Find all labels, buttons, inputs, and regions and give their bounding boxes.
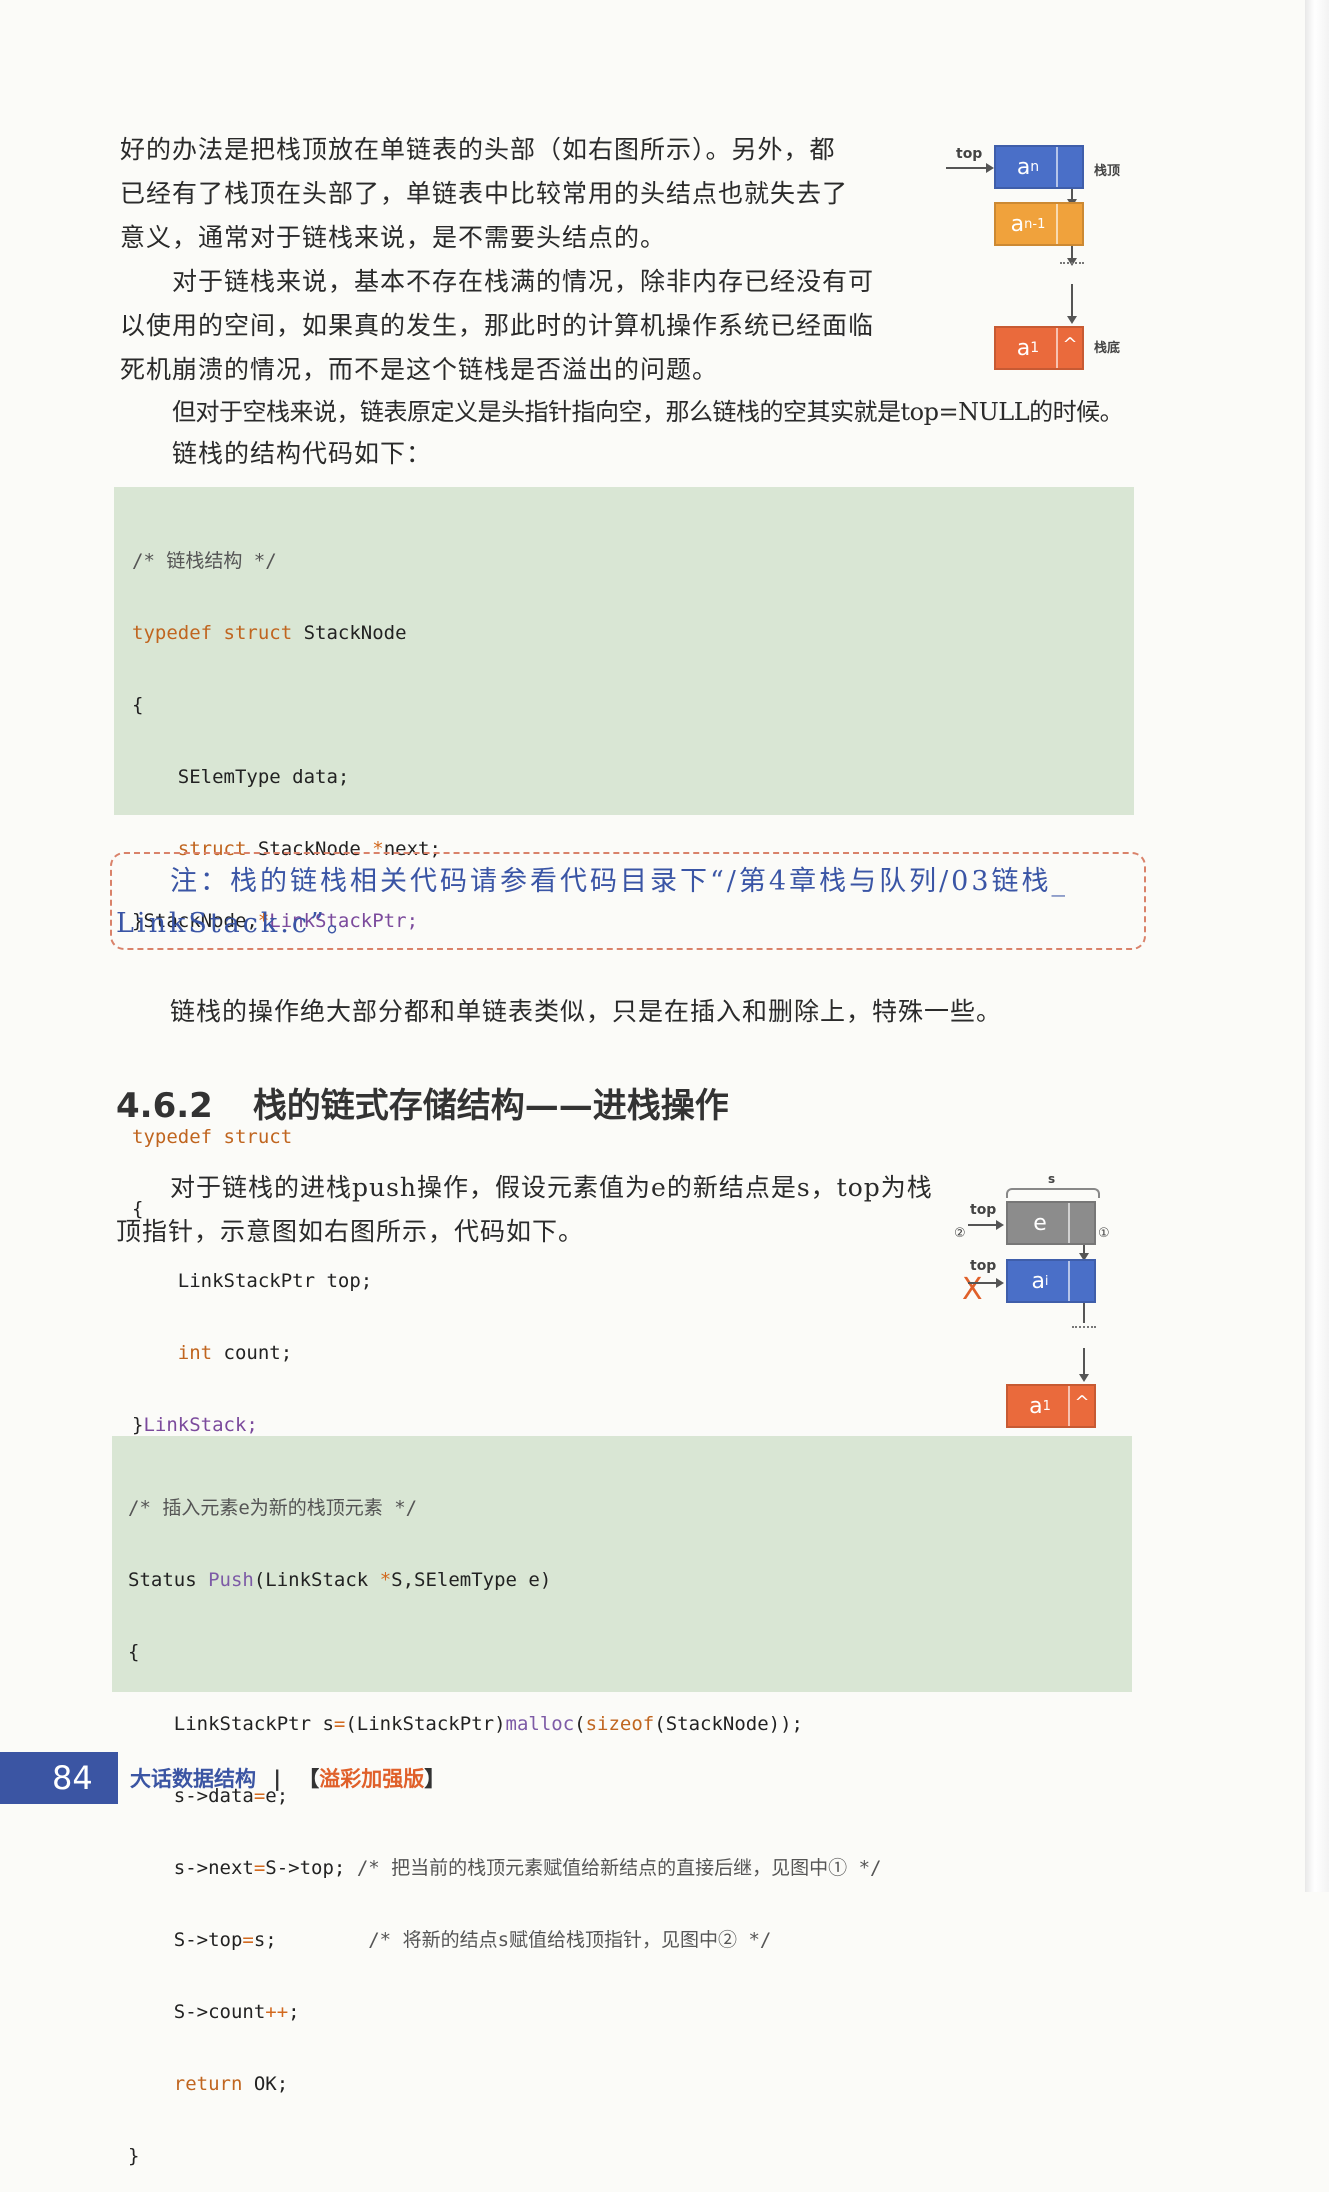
paragraph-line: 链栈的结构代码如下： bbox=[172, 439, 433, 468]
node-subscript: 1 bbox=[1030, 340, 1040, 356]
code-line: Status Push(LinkStack *S,SElemType e) bbox=[128, 1569, 552, 1591]
code-line: SElemType data; bbox=[132, 766, 350, 788]
paragraph-line: 对于链栈的进栈push操作，假设元素值为e的新结点是s，top为栈 bbox=[170, 1173, 933, 1202]
code-line: { bbox=[132, 694, 144, 716]
link-line bbox=[1083, 1348, 1085, 1376]
stack-node-an: an bbox=[994, 145, 1084, 189]
node-subscript: i bbox=[1044, 1273, 1049, 1289]
paragraph-line: 但对于空栈来说，链表原定义是头指针指向空，那么链栈的空其实就是top=NULL的… bbox=[172, 398, 1124, 426]
section-heading: 4.6.2 栈的链式存储结构——进栈操作 bbox=[116, 1078, 729, 1127]
arrow-head bbox=[996, 1278, 1004, 1288]
section-title: 栈的链式存储结构——进栈操作 bbox=[252, 1086, 729, 1126]
paragraph-line: 顶指针，示意图如右图所示，代码如下。 bbox=[116, 1217, 585, 1246]
top-arrow-line bbox=[968, 1224, 996, 1226]
node-value: a bbox=[1016, 154, 1031, 180]
code-line: typedef struct StackNode bbox=[132, 622, 407, 644]
section-number: 4.6.2 bbox=[116, 1086, 213, 1126]
arrow-head bbox=[1079, 1374, 1089, 1382]
node-value: a bbox=[1016, 335, 1031, 361]
top-pointer-label: top bbox=[970, 1202, 997, 1218]
node-value: e bbox=[1033, 1210, 1047, 1236]
node-subscript: n-1 bbox=[1024, 216, 1046, 232]
s-brace bbox=[1006, 1188, 1100, 1198]
paragraph-line: 好的办法是把栈顶放在单链表的头部（如右图所示）。另外，都 bbox=[120, 135, 836, 164]
page-number: 84 bbox=[52, 1759, 93, 1797]
step1-marker: ① bbox=[1098, 1226, 1110, 1241]
new-node-e: e bbox=[1006, 1201, 1096, 1245]
next-pointer-field bbox=[1056, 147, 1082, 187]
arrow-head bbox=[986, 163, 994, 173]
footer-separator: | bbox=[273, 1767, 281, 1791]
cross-mark: X bbox=[962, 1272, 983, 1307]
stack-node-ai: ai bbox=[1006, 1259, 1096, 1303]
note-line: LinkStack.c”。 bbox=[116, 908, 357, 939]
link-line bbox=[1083, 1303, 1085, 1323]
code-line: s->next=S->top; /* 把当前的栈顶元素赋值给新结点的直接后继，见… bbox=[128, 1857, 882, 1879]
edition-label: 溢彩加强版 bbox=[319, 1767, 425, 1791]
node-subscript: n bbox=[1030, 159, 1040, 175]
s-label: s bbox=[1048, 1172, 1056, 1186]
code-line: /* 插入元素e为新的栈顶元素 */ bbox=[128, 1497, 418, 1519]
paragraph-line: 链栈的操作绝大部分都和单链表类似，只是在插入和删除上，特殊一些。 bbox=[170, 997, 1003, 1026]
next-pointer-field bbox=[1068, 1261, 1094, 1301]
paragraph-line: 意义，通常对于链栈来说，是不需要头结点的。 bbox=[120, 223, 667, 252]
code-line: /* 链栈结构 */ bbox=[132, 550, 277, 572]
code-line: } bbox=[128, 2145, 140, 2167]
null-pointer: ^ bbox=[1056, 328, 1082, 368]
code-block-struct: /* 链栈结构 */ typedef struct StackNode { SE… bbox=[114, 487, 1134, 1436]
paragraph-line: 以使用的空间，如果真的发生，那此时的计算机操作系统已经面临 bbox=[120, 311, 875, 340]
paragraph-line: 已经有了栈顶在头部了，单链表中比较常用的头结点也就失去了 bbox=[120, 179, 849, 208]
next-pointer-field bbox=[1068, 1203, 1094, 1243]
paragraph-line: 死机崩溃的情况，而不是这个链栈是否溢出的问题。 bbox=[120, 355, 719, 384]
step2-marker: ② bbox=[954, 1226, 966, 1241]
node-value: a bbox=[1031, 1268, 1045, 1294]
stack-node-a1: a1 ^ bbox=[1006, 1384, 1096, 1428]
stack-node-a1: a1 ^ bbox=[994, 326, 1084, 370]
node-value: a bbox=[1010, 211, 1025, 237]
ellipsis-dots bbox=[1072, 1326, 1096, 1328]
code-line: LinkStackPtr s=(LinkStackPtr)malloc(size… bbox=[128, 1713, 803, 1735]
code-line: return OK; bbox=[128, 2073, 289, 2095]
book-title-footer: 大话数据结构 | 【溢彩加强版】 bbox=[130, 1767, 446, 1791]
paragraph-line: 对于链栈来说，基本不存在栈满的情况，除非内存已经没有可 bbox=[172, 267, 875, 296]
old-top-arrow-line bbox=[968, 1282, 996, 1284]
arrow-head bbox=[1067, 316, 1077, 324]
code-line: { bbox=[128, 1641, 140, 1663]
code-block-push: /* 插入元素e为新的栈顶元素 */ Status Push(LinkStack… bbox=[112, 1436, 1132, 2167]
arrow-head bbox=[996, 1220, 1004, 1230]
book-title: 大话数据结构 bbox=[130, 1767, 256, 1791]
code-line: }LinkStack; bbox=[132, 1414, 258, 1436]
code-line: typedef struct bbox=[132, 1126, 293, 1148]
stack-top-label: 栈顶 bbox=[1094, 164, 1121, 179]
note-line: 注：栈的链栈相关代码请参看代码目录下“/第4章栈与队列/03链栈_ bbox=[170, 866, 1069, 897]
stack-node-an-1: a n-1 bbox=[994, 202, 1084, 246]
link-line bbox=[1071, 284, 1073, 318]
ellipsis-dots bbox=[1060, 262, 1084, 264]
code-line: S->count++; bbox=[128, 2001, 300, 2023]
node-subscript: 1 bbox=[1042, 1398, 1051, 1414]
top-pointer-label: top bbox=[956, 146, 983, 162]
null-pointer: ^ bbox=[1068, 1386, 1094, 1426]
note-box: 注：栈的链栈相关代码请参看代码目录下“/第4章栈与队列/03链栈_ LinkSt… bbox=[110, 852, 1146, 950]
code-line: S->top=s; /* 将新的结点s赋值给栈顶指针，见图中② */ bbox=[128, 1929, 772, 1951]
code-line: int count; bbox=[132, 1342, 293, 1364]
page-edge bbox=[1305, 0, 1329, 1892]
top-arrow-line bbox=[946, 167, 986, 169]
stack-bottom-label: 栈底 bbox=[1094, 341, 1121, 356]
node-value: a bbox=[1029, 1393, 1043, 1419]
next-pointer-field bbox=[1056, 204, 1082, 244]
